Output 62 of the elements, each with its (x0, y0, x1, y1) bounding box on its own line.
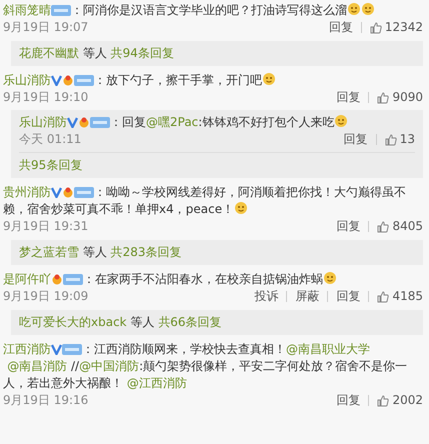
replies-summary[interactable]: 花鹿不幽默 等人 共94条回复 (11, 41, 423, 66)
username-link[interactable]: 江西消防 (3, 342, 51, 356)
comment-time: 9月19日 19:09 (3, 288, 88, 305)
thumbs-up-icon (377, 394, 390, 406)
username-link[interactable]: 乐山消防 (19, 115, 67, 129)
emoji-icon (361, 2, 375, 16)
username-link[interactable]: 斜雨笼晴 (3, 3, 51, 17)
like-button[interactable]: 13 (376, 131, 415, 148)
comment-text: 乐山消防 ：回复@嘿2Pac:钵钵鸡不好打包个人来吃 (19, 114, 415, 131)
emoji-icon (347, 2, 361, 16)
mention-link[interactable]: @南昌消防 (7, 359, 68, 373)
action-link[interactable]: 投诉 (246, 291, 288, 302)
others-label: 等人 (130, 315, 154, 329)
action-link[interactable]: 回复 (328, 221, 370, 232)
thumbs-up-icon (384, 134, 397, 146)
thumbs-up-icon (370, 22, 382, 34)
comment-time: 9月19日 19:07 (3, 19, 88, 36)
comment-time: 9月19日 19:10 (3, 89, 88, 106)
mention-link[interactable]: @中国消防 (79, 359, 140, 373)
comment-text: 江西消防 ：江西消防顺网来，学校快去查真相！@南昌职业大学 @南昌消防 //@中国消防:颠勺架势很像样，平安二字何处放？宿舍不是你一人，若出意外大祸酿！ @江西消防 (3, 341, 408, 392)
action-link[interactable]: 回复 (328, 395, 370, 406)
like-button[interactable]: 2002 (369, 392, 423, 409)
mention-link[interactable]: @南昌职业大学 (286, 342, 370, 356)
comment-time: 9月19日 19:16 (3, 392, 88, 409)
like-button[interactable]: 12342 (362, 19, 423, 36)
replier-name[interactable]: 吃可爱长大的xback (19, 315, 127, 329)
comment-time: 9月19日 19:31 (3, 218, 88, 235)
emoji-icon (334, 114, 348, 128)
comment-text: 贵州消防 ：呦呦～学校网线差得好，阿消顺着把你找！大勺巅得虽不赖，宿舍炒菜可真不乖！单押x4，peace！ (3, 184, 407, 218)
replies-summary[interactable]: 梦之蓝若雪 等人 共283条回复 (11, 240, 423, 265)
reply-count-link[interactable]: 共283条回复 (110, 245, 182, 259)
replies-summary[interactable]: 吃可爱长大的xback 等人 共66条回复 (11, 310, 423, 335)
replier-name[interactable]: 花鹿不幽默 (19, 46, 79, 60)
replier-name[interactable]: 梦之蓝若雪 (19, 245, 79, 259)
reply-count-link[interactable]: 共94条回复 (110, 46, 174, 60)
comment-text: 斜雨笼晴 ：阿消你是汉语言文学毕业的吧？打油诗写得这么溜 (3, 2, 423, 19)
action-link[interactable]: 回复 (328, 291, 370, 302)
like-button[interactable]: 4185 (369, 288, 423, 305)
emoji-icon (262, 72, 276, 86)
username-link[interactable]: 是阿仵吖 (3, 272, 51, 286)
thumbs-up-icon (377, 220, 390, 232)
action-link[interactable]: 屏蔽 (287, 291, 328, 302)
others-label: 等人 (82, 245, 107, 259)
thumbs-up-icon (377, 290, 390, 302)
comment-text: 是阿仵吖 ：在家两手不沾阳春水，在校亲自掂锅油炸蜗 (3, 271, 423, 288)
like-button[interactable]: 9090 (369, 89, 423, 106)
others-label: 等人 (82, 46, 107, 60)
mention-link[interactable]: @嘿2Pac (146, 115, 198, 129)
username-link[interactable]: 贵州消防 (3, 185, 51, 199)
reply-count-link[interactable]: 共66条回复 (158, 315, 222, 329)
like-button[interactable]: 8405 (369, 218, 423, 235)
emoji-icon (323, 271, 337, 285)
mention-link[interactable]: @江西消防 (126, 376, 187, 390)
emoji-icon (234, 201, 248, 215)
thumbs-up-icon (377, 92, 390, 104)
username-link[interactable]: 乐山消防 (3, 73, 51, 87)
reply-count-link[interactable]: 共95条回复 (19, 158, 82, 172)
comment-time: 今天 01:11 (19, 131, 82, 148)
action-link[interactable]: 回复 (328, 92, 370, 103)
action-link[interactable]: 回复 (336, 134, 377, 145)
action-link[interactable]: 回复 (320, 22, 362, 33)
comment-text: 乐山消防 ：放下勺子，擦干手掌，开门吧 (3, 72, 423, 89)
